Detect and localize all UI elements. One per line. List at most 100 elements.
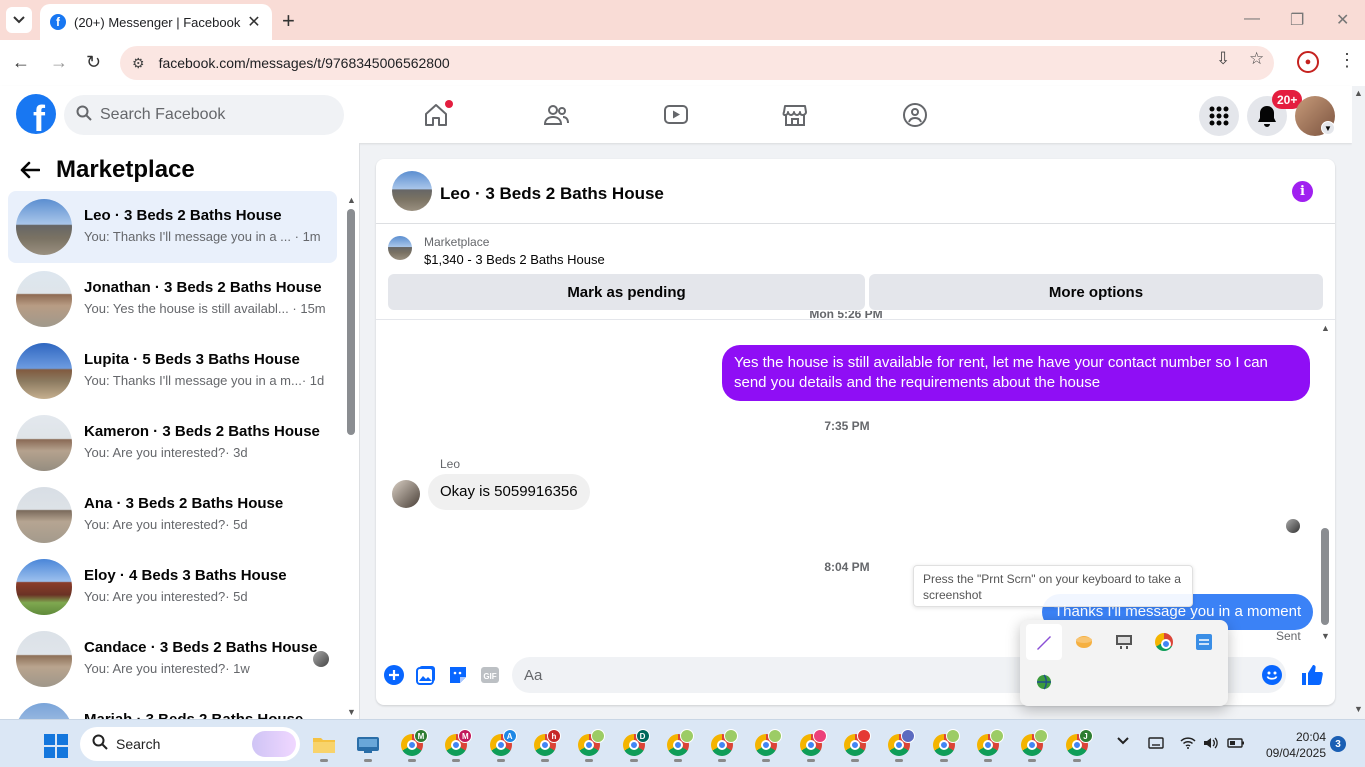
more-options-button[interactable]: More options [869, 274, 1323, 310]
account-chevron-icon[interactable]: ▼ [1321, 121, 1335, 135]
screen-app-icon[interactable] [350, 727, 386, 763]
bookmark-star-icon[interactable]: ☆ [1249, 49, 1264, 69]
conversation-item[interactable]: Kameron · 3 Beds 2 Baths House You: Are … [8, 407, 337, 479]
conversation-item[interactable]: Lupita · 5 Beds 3 Baths House You: Thank… [8, 335, 337, 407]
network-app-icon[interactable] [1186, 624, 1222, 660]
conversation-item[interactable]: Ana · 3 Beds 2 Baths House You: Are you … [8, 479, 337, 551]
profile-badge: M [414, 729, 428, 743]
gif-icon[interactable]: GIF [479, 664, 501, 686]
page-scrollbar[interactable]: ▲ ▼ [1352, 86, 1365, 719]
back-button[interactable]: ← [12, 52, 30, 73]
chrome-profile-window-icon[interactable] [571, 727, 607, 763]
chrome-profile-window-icon[interactable]: h [527, 727, 563, 763]
screenshot-tooltip: Press the "Prnt Scrn" on your keyboard t… [913, 565, 1193, 607]
globe-app-icon[interactable] [1026, 664, 1062, 700]
menu-grid-button[interactable] [1199, 96, 1239, 136]
site-info-icon[interactable]: ⚙ [132, 55, 145, 72]
search-input[interactable] [100, 106, 320, 124]
taskbar-search[interactable] [80, 727, 300, 761]
windows-start-icon[interactable] [44, 734, 68, 758]
back-arrow-icon[interactable] [20, 159, 41, 185]
wifi-icon[interactable] [1180, 736, 1196, 752]
pen-app-icon[interactable] [1026, 624, 1062, 660]
conversation-item[interactable]: Mariah · 3 Beds 2 Baths House [8, 695, 337, 719]
chat-listing-avatar[interactable] [392, 171, 432, 211]
close-window-button[interactable]: ✕ [1336, 10, 1349, 30]
minimize-button[interactable]: — [1244, 10, 1260, 28]
new-tab-button[interactable]: + [282, 8, 295, 34]
scroll-up-arrow-icon[interactable]: ▲ [1354, 88, 1363, 98]
chrome-profile-window-icon[interactable] [1014, 727, 1050, 763]
chrome-profile-window-icon[interactable]: M [438, 727, 474, 763]
conversation-item[interactable]: Leo · 3 Beds 2 Baths House You: Thanks I… [8, 191, 337, 263]
video-icon[interactable] [661, 100, 691, 130]
chrome-profile-icon[interactable]: ● [1297, 51, 1319, 73]
chat-scrollbar[interactable] [1321, 528, 1329, 625]
conversation-item[interactable]: Candace · 3 Beds 2 Baths House You: Are … [8, 623, 337, 695]
chrome-tray-icon[interactable] [1146, 624, 1182, 660]
taskbar-clock[interactable]: 20:04 09/04/2025 [1258, 729, 1326, 761]
volume-icon[interactable] [1203, 736, 1219, 752]
chrome-profile-window-icon[interactable]: D [616, 727, 652, 763]
chrome-profile-window-icon[interactable]: M [394, 727, 430, 763]
install-app-icon[interactable]: ⇩ [1216, 49, 1230, 69]
show-hidden-icons-chevron[interactable] [1116, 734, 1130, 749]
profile-badge [768, 729, 783, 743]
battery-icon[interactable] [1227, 736, 1245, 752]
sticker-icon[interactable] [447, 664, 469, 686]
file-explorer-icon[interactable] [306, 727, 342, 763]
conversation-item[interactable]: Eloy · 4 Beds 3 Baths House You: Are you… [8, 551, 337, 623]
mark-as-pending-button[interactable]: Mark as pending [388, 274, 865, 310]
taskbar-search-input[interactable] [116, 736, 246, 752]
info-icon[interactable]: i [1292, 181, 1313, 202]
display-app-icon[interactable] [1106, 624, 1142, 660]
chrome-profile-window-icon[interactable] [881, 727, 917, 763]
chrome-profile-window-icon[interactable]: A [483, 727, 519, 763]
thumbs-up-icon[interactable] [1301, 664, 1323, 686]
sidebar-scrollbar[interactable] [347, 209, 355, 435]
chrome-profile-window-icon[interactable] [926, 727, 962, 763]
chrome-profile-window-icon[interactable] [837, 727, 873, 763]
chat-title[interactable]: Leo · 3 Beds 2 Baths House [440, 184, 664, 204]
chrome-profile-window-icon[interactable] [660, 727, 696, 763]
chrome-menu-icon[interactable]: ⋮ [1338, 50, 1356, 71]
profile-badge [591, 729, 606, 743]
tab-search-button[interactable] [6, 7, 32, 33]
browser-tab-messenger[interactable]: f (20+) Messenger | Facebook ✕ [40, 4, 272, 40]
add-icon[interactable] [383, 664, 405, 686]
photo-icon[interactable] [415, 664, 437, 686]
keyboard-icon[interactable] [1148, 736, 1164, 752]
scroll-down-arrow-icon[interactable]: ▼ [1354, 704, 1363, 714]
leo-avatar[interactable] [392, 480, 420, 508]
scroll-down-arrow-icon[interactable]: ▼ [1321, 631, 1330, 641]
friends-icon[interactable] [541, 100, 571, 130]
restore-button[interactable]: ❐ [1290, 10, 1304, 30]
storage-app-icon[interactable] [1066, 624, 1102, 660]
marketplace-icon[interactable] [780, 100, 810, 130]
chrome-profile-window-icon[interactable] [970, 727, 1006, 763]
profile-badge: A [502, 729, 517, 743]
emoji-icon[interactable] [1261, 664, 1283, 686]
notification-count-badge[interactable]: 3 [1330, 736, 1346, 752]
scroll-up-arrow-icon[interactable]: ▲ [1321, 323, 1330, 333]
facebook-search[interactable] [64, 95, 344, 135]
reload-button[interactable]: ↻ [86, 52, 101, 73]
chrome-profile-window-icon[interactable] [748, 727, 784, 763]
tab-close-icon[interactable]: ✕ [246, 12, 262, 32]
chrome-profile-window-icon[interactable] [704, 727, 740, 763]
chrome-profile-window-icon[interactable] [793, 727, 829, 763]
groups-icon[interactable] [900, 100, 930, 130]
outgoing-message[interactable]: Yes the house is still available for ren… [722, 345, 1310, 401]
listing-price[interactable]: $1,340 - 3 Beds 2 Baths House [424, 252, 605, 267]
scroll-down-arrow-icon[interactable]: ▼ [347, 707, 356, 717]
forward-button[interactable]: → [50, 52, 68, 73]
facebook-logo[interactable]: f [16, 94, 56, 134]
listing-thumbnail[interactable] [388, 236, 412, 260]
address-bar[interactable]: ⚙ facebook.com/messages/t/97683450065628… [120, 46, 1274, 80]
conversation-item[interactable]: Jonathan · 3 Beds 2 Baths House You: Yes… [8, 263, 337, 335]
timestamp: 7:35 PM [824, 419, 870, 433]
profile-badge [724, 729, 739, 743]
chrome-profile-window-icon[interactable]: J [1059, 727, 1095, 763]
incoming-message[interactable]: Okay is 5059916356 [428, 474, 590, 510]
scroll-up-arrow-icon[interactable]: ▲ [347, 195, 356, 205]
